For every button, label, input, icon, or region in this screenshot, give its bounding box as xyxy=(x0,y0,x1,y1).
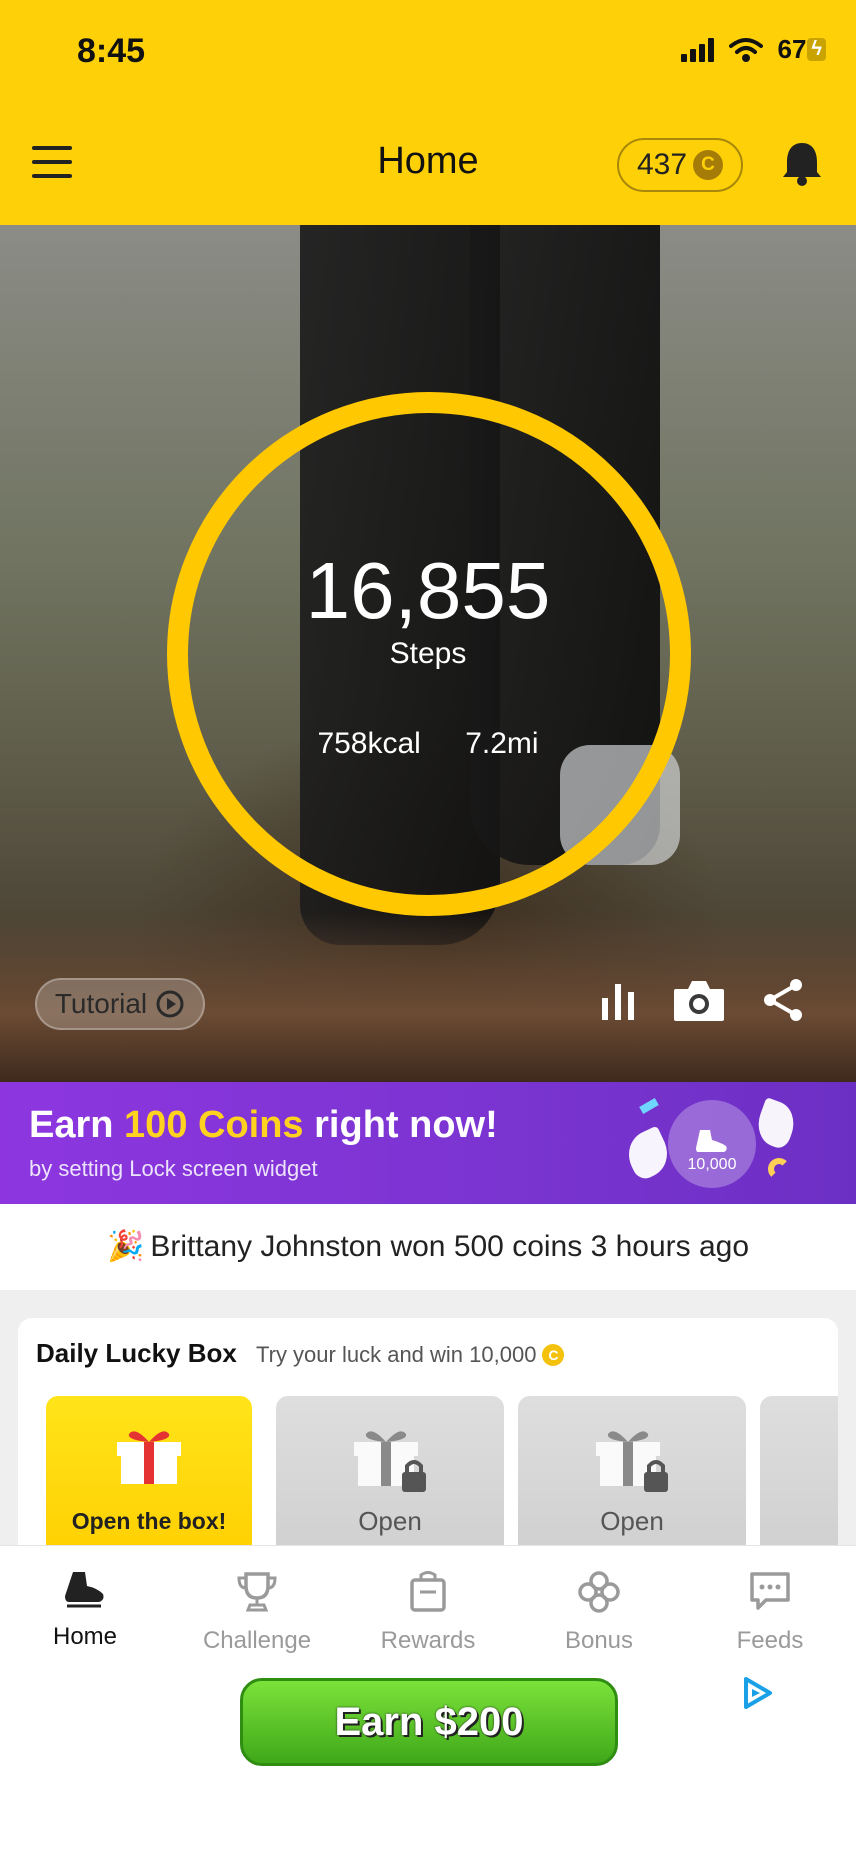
nav-label: Feeds xyxy=(736,1627,804,1654)
nav-label: Challenge xyxy=(202,1627,312,1654)
bell-icon[interactable] xyxy=(780,140,824,186)
coin-balance[interactable]: 437 C xyxy=(617,138,743,192)
steps-badge: 10,000 xyxy=(668,1100,756,1188)
lucky-box-subtitle: Try your luck and win 10,000 C xyxy=(256,1342,565,1368)
locked-gift-icon xyxy=(354,1431,426,1492)
nav-label: Bonus xyxy=(564,1627,634,1654)
nav-home[interactable]: Home xyxy=(10,1570,160,1651)
promo-highlight: 100 Coins xyxy=(124,1104,304,1146)
shoe-icon xyxy=(696,1130,727,1152)
bottom-nav: Home Challenge Rewards Bonus Feeds xyxy=(0,1545,856,1675)
badge-value: 10,000 xyxy=(687,1156,737,1173)
stats-chart-icon[interactable] xyxy=(600,980,636,1020)
widget-promo-banner[interactable]: Earn 100 Coins right now! by setting Loc… xyxy=(0,1082,856,1204)
nav-feeds[interactable]: Feeds xyxy=(695,1570,845,1655)
box-label: Open xyxy=(600,1506,664,1536)
coin-count: 437 xyxy=(636,148,688,181)
nav-bonus[interactable]: Bonus xyxy=(524,1570,674,1655)
top-bar: 8:45 67 ϟ Home 437 C xyxy=(0,0,856,225)
status-time: 8:45 xyxy=(77,32,146,70)
box-label: Open xyxy=(358,1506,422,1536)
tutorial-label: Tutorial xyxy=(54,988,148,1019)
play-icon xyxy=(156,990,184,1018)
wifi-icon xyxy=(729,37,764,62)
lucky-box-locked[interactable] xyxy=(760,1396,838,1558)
steps-label: Steps xyxy=(389,637,467,670)
charging-icon: ϟ xyxy=(807,38,826,61)
locked-gift-icon xyxy=(596,1431,668,1492)
coin-icon: C xyxy=(542,1344,565,1366)
hero-actions xyxy=(600,977,804,1023)
hero-step-tracker: 16,855 Steps 758kcal 7.2mi Tutorial xyxy=(0,225,856,1082)
distance-value: 7.2mi xyxy=(465,727,539,760)
ad-banner: Earn $200 xyxy=(0,1675,856,1852)
nav-label: Home xyxy=(52,1623,118,1650)
winner-text: Brittany Johnston won 500 coins 3 hours … xyxy=(150,1230,750,1263)
wing-icon xyxy=(620,1125,676,1183)
party-popper-icon: 🎉 xyxy=(106,1230,145,1263)
confetti-icon xyxy=(768,1158,790,1180)
coin-icon: C xyxy=(693,150,724,180)
nav-challenge[interactable]: Challenge xyxy=(182,1570,332,1655)
camera-icon[interactable] xyxy=(672,977,726,1023)
confetti-icon xyxy=(639,1098,659,1114)
signal-icon xyxy=(681,37,715,62)
calories-value: 758kcal xyxy=(317,727,421,760)
lucky-box-open[interactable]: Open the box! xyxy=(46,1396,252,1558)
bag-icon xyxy=(410,1571,446,1612)
status-icons: 67 ϟ xyxy=(681,34,826,65)
clover-icon xyxy=(578,1571,620,1613)
gift-icon xyxy=(117,1431,181,1484)
box-label: Open the box! xyxy=(71,1508,227,1534)
promo-title: Earn 100 Coins right now! xyxy=(29,1104,498,1146)
nav-rewards[interactable]: Rewards xyxy=(353,1570,503,1655)
chat-icon xyxy=(750,1572,790,1610)
trophy-icon xyxy=(237,1572,277,1612)
share-icon[interactable] xyxy=(762,977,804,1023)
wing-icon xyxy=(751,1097,801,1151)
tutorial-button[interactable]: Tutorial xyxy=(35,978,205,1030)
ad-choices-icon[interactable] xyxy=(740,1675,776,1711)
lucky-box-locked[interactable]: Open xyxy=(518,1396,746,1558)
step-count: 16,855 xyxy=(305,546,551,635)
shoe-icon xyxy=(65,1572,104,1608)
battery-indicator: 67 ϟ xyxy=(777,34,826,65)
battery-level: 67 xyxy=(777,34,807,64)
lucky-box-title: Daily Lucky Box xyxy=(36,1338,237,1368)
winner-ticker: 🎉 Brittany Johnston won 500 coins 3 hours… xyxy=(0,1204,856,1290)
earn-ad-button[interactable]: Earn $200 xyxy=(240,1678,618,1766)
promo-subtitle: by setting Lock screen widget xyxy=(29,1156,318,1181)
activity-stats: 758kcal 7.2mi xyxy=(0,727,856,761)
nav-label: Rewards xyxy=(380,1627,476,1654)
daily-lucky-box-card: Daily Lucky Box Try your luck and win 10… xyxy=(18,1318,838,1558)
lucky-box-locked[interactable]: Open xyxy=(276,1396,504,1558)
